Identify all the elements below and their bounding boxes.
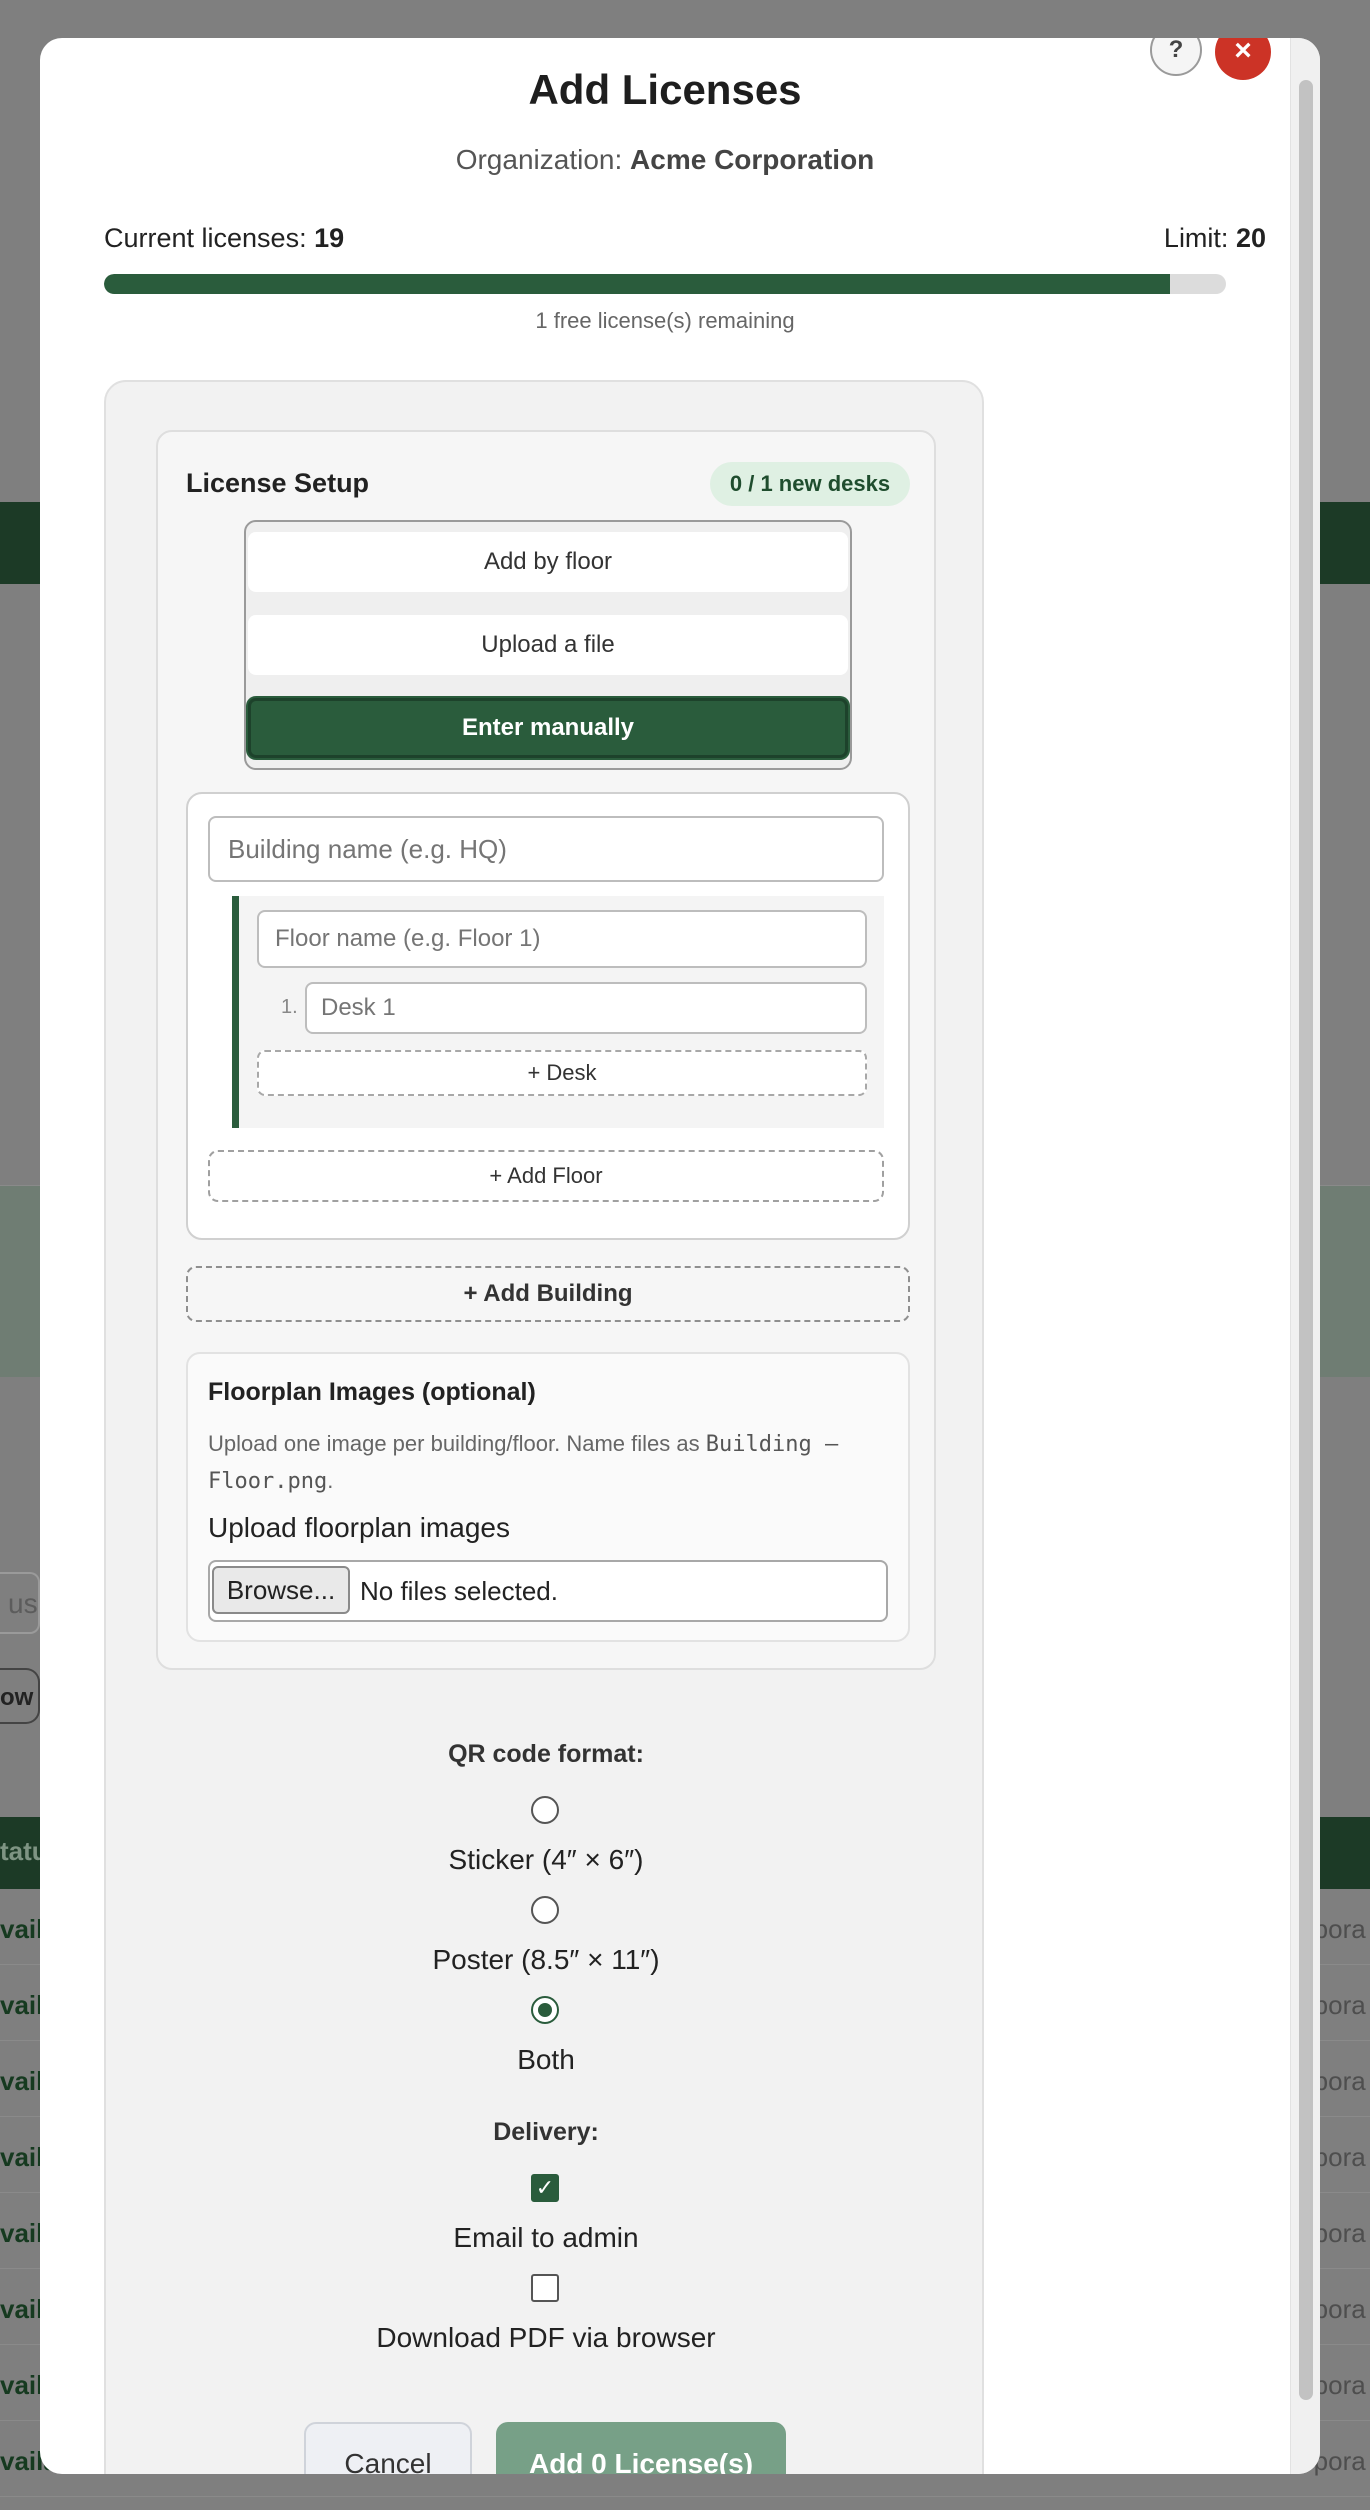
download-pdf-checkbox[interactable] — [531, 2274, 559, 2302]
add-floor-button[interactable]: + Add Floor — [208, 1150, 884, 1202]
license-setup-card: License Setup 0 / 1 new desks Add by flo… — [156, 430, 936, 1670]
add-licenses-submit-button[interactable]: Add 0 License(s) — [496, 2422, 786, 2474]
organization-name: Acme Corporation — [630, 144, 875, 175]
qr-both-radio[interactable] — [531, 1996, 559, 2024]
floorplan-title: Floorplan Images (optional) — [208, 1378, 536, 1406]
current-licenses: Current licenses: 19 — [104, 223, 344, 254]
qr-both-label: Both — [517, 2044, 575, 2075]
download-pdf-label: Download PDF via browser — [376, 2322, 716, 2353]
desk-name-input[interactable] — [305, 982, 867, 1034]
qr-sticker-radio[interactable] — [531, 1796, 559, 1824]
license-limit-label: Limit: — [1163, 223, 1229, 253]
method-add-by-floor-button[interactable]: Add by floor — [248, 532, 848, 592]
checkmark-icon: ✓ — [535, 2175, 555, 2200]
cancel-button[interactable]: Cancel — [304, 2422, 472, 2474]
background-search-input: us — [0, 1572, 40, 1634]
floorplan-upload-box: Floorplan Images (optional) Upload one i… — [186, 1352, 910, 1642]
close-icon: × — [1234, 38, 1252, 67]
floorplan-help-sentence: Upload one image per building/floor. Nam… — [208, 1431, 700, 1456]
browse-button[interactable]: Browse... — [212, 1566, 350, 1614]
qr-format-heading: QR code format: — [448, 1740, 644, 1768]
setup-method-group: Add by floor Upload a file Enter manuall… — [244, 520, 852, 770]
method-upload-file-button[interactable]: Upload a file — [248, 615, 848, 675]
remaining-licenses-text: 1 free license(s) remaining — [535, 308, 795, 333]
file-selection-status: No files selected. — [360, 1576, 558, 1606]
background-row-divider — [0, 2496, 1370, 2497]
email-to-admin-label: Email to admin — [453, 2222, 639, 2253]
organization-line: Organization: Acme Corporation — [40, 144, 1290, 176]
qr-poster-radio[interactable] — [531, 1896, 559, 1924]
new-desks-badge: 0 / 1 new desks — [710, 462, 910, 506]
floor-block: 1. + Desk — [232, 896, 884, 1128]
license-form-card: License Setup 0 / 1 new desks Add by flo… — [104, 380, 984, 2474]
floorplan-help-suffix: . — [327, 1468, 334, 1493]
background-button: ow — [0, 1668, 40, 1724]
floorplan-help-text: Upload one image per building/floor. Nam… — [208, 1426, 888, 1500]
modal-scrollbar[interactable] — [1290, 38, 1320, 2474]
add-desk-button[interactable]: + Desk — [257, 1050, 867, 1096]
email-to-admin-checkbox[interactable]: ✓ — [531, 2174, 559, 2202]
qr-sticker-label: Sticker (4″ × 6″) — [448, 1844, 644, 1875]
method-enter-manually-button[interactable]: Enter manually — [248, 698, 848, 758]
help-icon: ? — [1168, 38, 1184, 63]
floorplan-upload-label: Upload floorplan images — [208, 1512, 510, 1543]
organization-label: Organization: — [455, 144, 623, 175]
floor-name-input[interactable] — [257, 910, 867, 968]
add-building-button[interactable]: + Add Building — [186, 1266, 910, 1322]
license-limit: Limit: 20 — [1124, 223, 1266, 254]
add-licenses-modal: ? × Add Licenses Organization: Acme Corp… — [40, 38, 1320, 2474]
license-progress-fill — [104, 274, 1170, 294]
modal-title: Add Licenses — [528, 66, 802, 113]
current-licenses-value: 19 — [314, 223, 345, 253]
qr-poster-label: Poster (8.5″ × 11″) — [432, 1944, 660, 1975]
manual-entry-box: 1. + Desk + Add Floor — [186, 792, 910, 1240]
current-licenses-label: Current licenses: — [104, 223, 307, 253]
building-name-input[interactable] — [208, 816, 884, 882]
license-limit-value: 20 — [1235, 223, 1266, 253]
desk-number: 1. — [281, 996, 298, 1018]
license-progress-bar — [104, 274, 1226, 294]
modal-scrollbar-thumb[interactable] — [1299, 80, 1313, 2400]
delivery-heading: Delivery: — [493, 2118, 599, 2146]
license-setup-title: License Setup — [186, 468, 370, 498]
floorplan-file-input[interactable]: Browse... No files selected. — [208, 1560, 888, 1622]
